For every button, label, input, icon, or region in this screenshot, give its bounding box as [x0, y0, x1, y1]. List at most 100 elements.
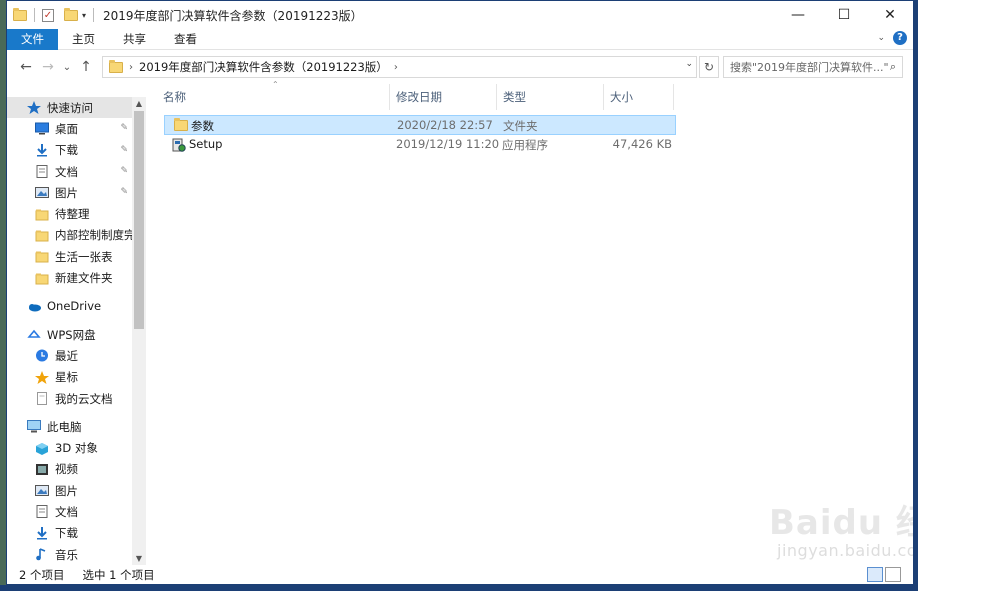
- sidebar-item[interactable]: 图片 ✎: [7, 182, 132, 203]
- pin-icon[interactable]: ✎: [120, 166, 128, 176]
- sidebar-item-wps[interactable]: WPS网盘: [7, 324, 132, 345]
- star-icon: [35, 370, 49, 384]
- watermark: Baidu 经验 jingyan.baidu.com: [769, 487, 913, 569]
- sidebar-item-label: 图片: [55, 483, 78, 498]
- sidebar-item[interactable]: 文档 ✎: [7, 161, 132, 182]
- pin-icon[interactable]: ✎: [120, 123, 128, 133]
- sidebar-item-quick-access[interactable]: 快速访问: [7, 97, 132, 119]
- scrollbar-thumb[interactable]: [134, 111, 144, 329]
- onedrive-cloud-icon: [29, 303, 41, 312]
- sidebar-item[interactable]: 音乐: [7, 544, 132, 565]
- item-count: 2 个项目: [19, 568, 65, 582]
- search-icon: ⌕: [889, 60, 896, 73]
- column-header-date[interactable]: 修改日期: [390, 84, 497, 110]
- maximize-button[interactable]: ☐: [821, 1, 867, 29]
- sidebar-item[interactable]: 图片: [7, 480, 132, 501]
- navigation-pane: 快速访问 桌面 ✎ 下载 ✎ 文档 ✎ 图片 ✎ 待整理 内部控制制度完 生活一张表 新建文件夹 On…: [7, 97, 132, 565]
- properties-icon[interactable]: ✓: [42, 8, 54, 22]
- cube-3d-icon: [36, 442, 48, 455]
- forward-button[interactable]: →: [37, 59, 59, 75]
- pin-icon[interactable]: ✎: [120, 187, 128, 197]
- sidebar-item[interactable]: 内部控制制度完: [7, 225, 132, 246]
- column-header-name[interactable]: 名称 ⌃: [157, 80, 390, 110]
- folder-icon: [35, 251, 49, 263]
- sidebar-item-label: 桌面: [55, 121, 78, 136]
- sidebar-item-this-pc[interactable]: 此电脑: [7, 416, 132, 437]
- sidebar-item-label: 文档: [55, 164, 78, 179]
- sidebar-item[interactable]: 待整理: [7, 203, 132, 224]
- sidebar-item-label: 此电脑: [47, 419, 82, 434]
- sidebar-item[interactable]: 文档: [7, 501, 132, 522]
- tab-file[interactable]: 文件: [7, 28, 58, 50]
- sidebar-scrollbar[interactable]: ▲ ▼: [132, 97, 146, 565]
- close-button[interactable]: ✕: [867, 1, 913, 29]
- tab-home[interactable]: 主页: [58, 29, 109, 50]
- search-input[interactable]: 搜索"2019年度部门决算软件..." ⌕: [723, 56, 903, 78]
- video-icon: [36, 463, 48, 475]
- sidebar-item-label: 星标: [55, 370, 78, 385]
- sidebar-item[interactable]: 星标: [7, 367, 132, 388]
- wps-cloud-icon: [27, 329, 41, 338]
- breadcrumb-chevron-icon[interactable]: ›: [129, 62, 133, 73]
- sidebar-item[interactable]: 3D 对象: [7, 437, 132, 458]
- document-icon: [36, 505, 48, 519]
- tab-share[interactable]: 共享: [109, 29, 160, 50]
- scroll-down-icon[interactable]: ▼: [132, 554, 146, 563]
- help-icon[interactable]: ?: [893, 31, 907, 45]
- file-name: Setup: [189, 137, 223, 151]
- column-header-label: 大小: [610, 90, 633, 104]
- pin-icon[interactable]: ✎: [120, 145, 128, 155]
- sidebar-item[interactable]: 生活一张表: [7, 246, 132, 267]
- refresh-button[interactable]: ↻: [699, 56, 719, 78]
- sidebar-item-label: 待整理: [55, 207, 90, 222]
- file-row-setup[interactable]: Setup 2019/12/19 11:20 应用程序 47,426 KB: [164, 135, 676, 155]
- title-bar: ✓ ▾ 2019年度部门决算软件含参数（20191223版） — ☐ ✕: [7, 1, 913, 29]
- window-border-right: [914, 0, 918, 591]
- scroll-up-icon[interactable]: ▲: [132, 99, 146, 108]
- star-icon: [27, 101, 41, 115]
- recent-locations-button[interactable]: ⌄: [59, 62, 75, 73]
- sidebar-item[interactable]: 桌面 ✎: [7, 118, 132, 139]
- sidebar-item[interactable]: 下载 ✎: [7, 140, 132, 161]
- sidebar-item[interactable]: 视频: [7, 459, 132, 480]
- sidebar-item[interactable]: 最近: [7, 345, 132, 366]
- folder-icon: [174, 118, 188, 131]
- clock-icon: [36, 349, 48, 362]
- folder-icon: [109, 59, 123, 73]
- expand-ribbon-icon[interactable]: ⌄: [877, 33, 885, 43]
- minimize-button[interactable]: —: [775, 1, 821, 29]
- up-button[interactable]: ↑: [75, 59, 97, 75]
- column-header-size[interactable]: 大小: [604, 84, 674, 110]
- picture-icon: [35, 187, 49, 199]
- details-view-button[interactable]: [867, 567, 883, 582]
- breadcrumb[interactable]: 2019年度部门决算软件含参数（20191223版）: [139, 59, 388, 75]
- file-row-params[interactable]: 参数 2020/2/18 22:57 文件夹: [164, 115, 676, 135]
- sidebar-item[interactable]: 我的云文档: [7, 388, 132, 409]
- large-icons-view-button[interactable]: [885, 567, 901, 582]
- back-button[interactable]: ←: [15, 59, 37, 75]
- customize-toolbar-icon[interactable]: ▾: [82, 11, 86, 20]
- view-toggle: [867, 567, 901, 582]
- tab-view[interactable]: 查看: [160, 29, 211, 50]
- window-controls: — ☐ ✕: [775, 1, 913, 29]
- address-dropdown-icon[interactable]: ⌄: [685, 59, 693, 69]
- column-header-label: 类型: [503, 90, 526, 104]
- new-folder-icon[interactable]: [64, 7, 78, 21]
- sidebar-item[interactable]: 新建文件夹: [7, 267, 132, 288]
- column-header-label: 修改日期: [396, 90, 442, 104]
- document-icon: [36, 165, 48, 179]
- column-header-type[interactable]: 类型: [497, 84, 604, 110]
- music-icon: [36, 548, 46, 561]
- file-explorer-window: ✓ ▾ 2019年度部门决算软件含参数（20191223版） — ☐ ✕ 文件 …: [6, 0, 914, 585]
- breadcrumb-chevron-icon[interactable]: ›: [394, 62, 398, 73]
- quick-access-toolbar: ✓ ▾: [7, 7, 97, 22]
- folder-icon: [35, 209, 49, 221]
- sidebar-item-label: 快速访问: [47, 100, 93, 115]
- sidebar-item[interactable]: 下载: [7, 523, 132, 544]
- address-bar[interactable]: › 2019年度部门决算软件含参数（20191223版） › ⌄: [102, 56, 697, 78]
- file-type: 文件夹: [503, 119, 538, 133]
- folder-icon: [13, 7, 27, 21]
- window-border-bottom: [0, 585, 918, 591]
- sidebar-item-onedrive[interactable]: OneDrive: [7, 296, 132, 317]
- sidebar-item-label: 新建文件夹: [55, 271, 113, 286]
